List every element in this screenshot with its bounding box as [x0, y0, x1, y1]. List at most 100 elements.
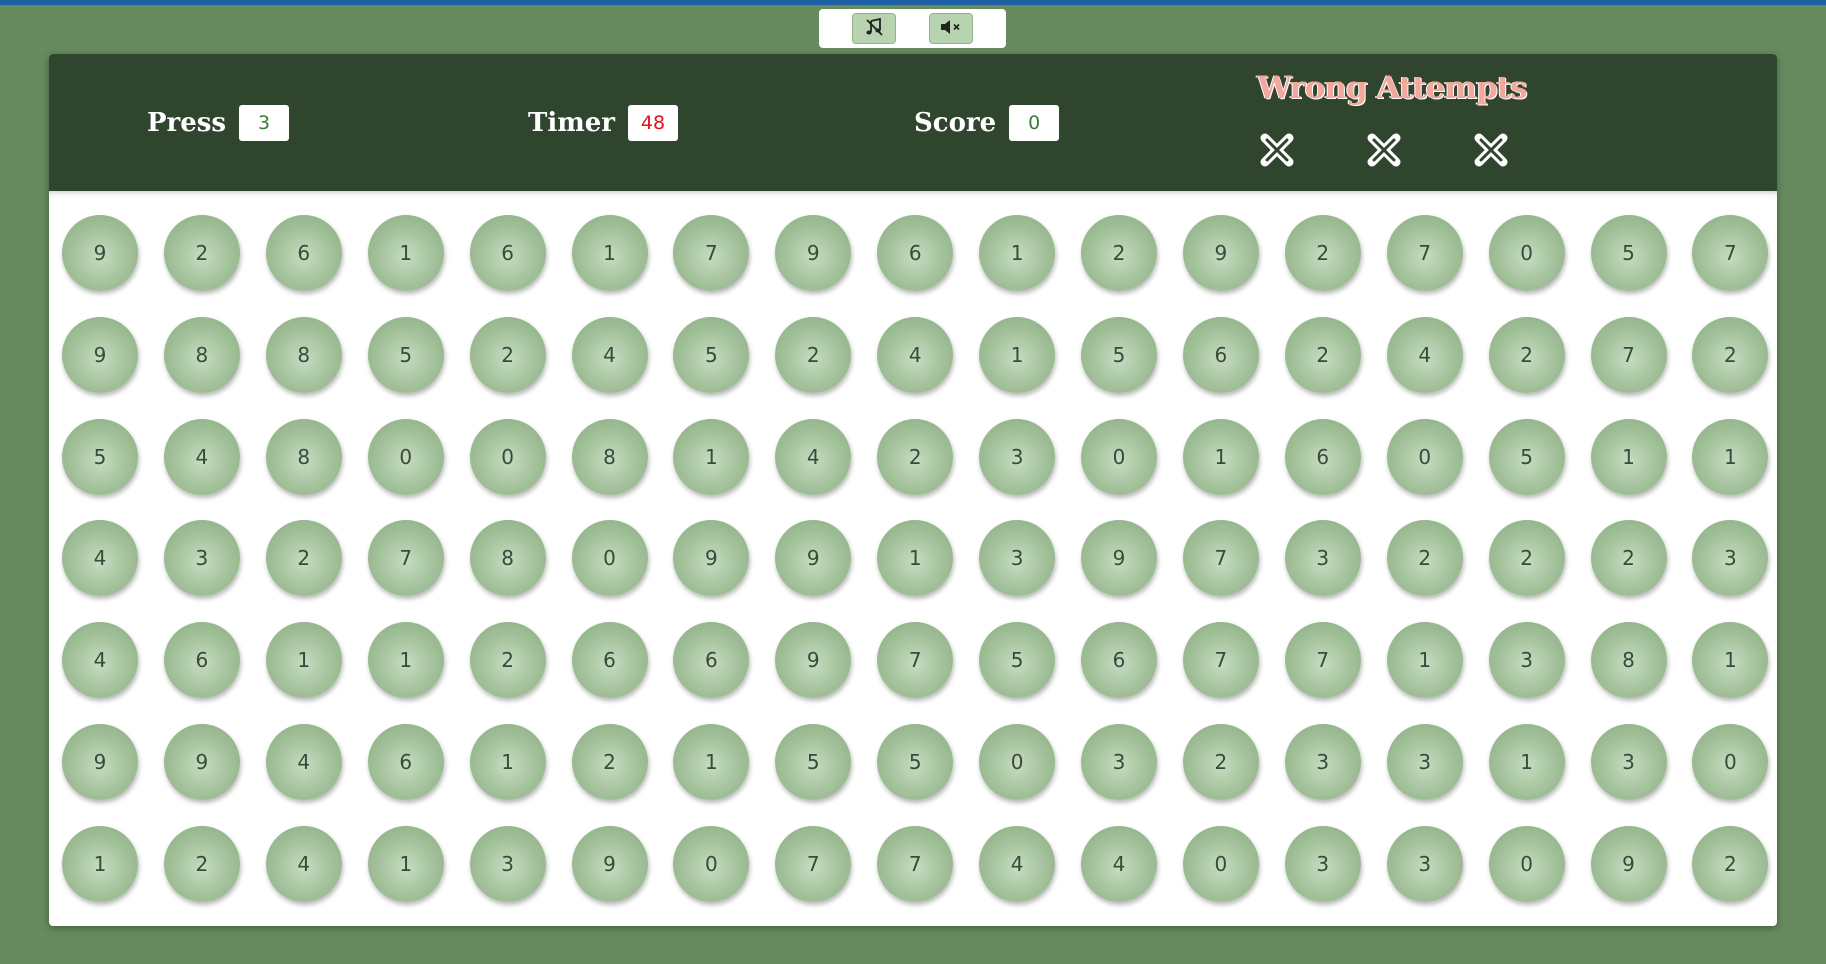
number-ball[interactable]: 8	[469, 520, 546, 597]
number-ball[interactable]: 0	[1386, 418, 1463, 495]
number-ball[interactable]: 1	[877, 520, 954, 597]
number-ball[interactable]: 9	[1081, 520, 1157, 597]
number-ball[interactable]: 1	[673, 724, 750, 800]
number-ball[interactable]: 6	[1284, 418, 1361, 495]
number-ball[interactable]: 4	[571, 316, 648, 393]
number-ball[interactable]: 7	[367, 520, 444, 597]
number-ball[interactable]: 0	[1692, 724, 1769, 800]
number-ball[interactable]: 9	[62, 316, 138, 393]
number-ball[interactable]: 9	[62, 724, 138, 800]
number-ball[interactable]: 8	[265, 316, 342, 393]
number-ball[interactable]: 5	[673, 316, 750, 393]
number-ball[interactable]: 7	[1182, 622, 1259, 699]
number-ball[interactable]: 2	[1284, 316, 1361, 393]
number-ball[interactable]: 7	[1284, 622, 1361, 699]
number-ball[interactable]: 2	[1386, 520, 1463, 597]
number-ball[interactable]: 7	[1182, 520, 1259, 597]
number-ball[interactable]: 4	[1386, 316, 1463, 393]
number-ball[interactable]: 1	[367, 825, 444, 902]
number-ball[interactable]: 7	[673, 215, 750, 291]
number-ball[interactable]: 0	[1081, 418, 1157, 495]
number-ball[interactable]: 6	[265, 215, 342, 291]
number-ball[interactable]: 1	[571, 215, 648, 291]
number-ball[interactable]: 3	[1386, 825, 1463, 902]
number-ball[interactable]: 9	[1182, 215, 1259, 291]
number-ball[interactable]: 1	[469, 724, 546, 800]
mute-toggle-button[interactable]	[929, 13, 973, 44]
number-ball[interactable]: 1	[265, 622, 342, 699]
number-ball[interactable]: 2	[469, 316, 546, 393]
number-ball[interactable]: 5	[367, 316, 444, 393]
music-toggle-button[interactable]	[852, 13, 896, 44]
number-ball[interactable]: 4	[775, 418, 852, 495]
number-ball[interactable]: 4	[62, 622, 138, 699]
number-ball[interactable]: 3	[1284, 825, 1361, 902]
number-ball[interactable]: 2	[265, 520, 342, 597]
number-ball[interactable]: 2	[469, 622, 546, 699]
number-ball[interactable]: 9	[775, 622, 852, 699]
number-ball[interactable]: 1	[62, 825, 138, 902]
number-ball[interactable]: 5	[62, 418, 138, 495]
number-ball[interactable]: 6	[469, 215, 546, 291]
number-ball[interactable]: 9	[775, 215, 852, 291]
number-ball[interactable]: 2	[1182, 724, 1259, 800]
number-ball[interactable]: 8	[1590, 622, 1667, 699]
number-ball[interactable]: 4	[877, 316, 954, 393]
number-ball[interactable]: 4	[163, 418, 240, 495]
number-ball[interactable]: 8	[163, 316, 240, 393]
number-ball[interactable]: 2	[1590, 520, 1667, 597]
number-ball[interactable]: 0	[1488, 215, 1565, 291]
number-ball[interactable]: 2	[775, 316, 852, 393]
number-ball[interactable]: 4	[62, 520, 138, 597]
number-ball[interactable]: 8	[571, 418, 648, 495]
number-ball[interactable]: 3	[1488, 622, 1565, 699]
number-ball[interactable]: 7	[1692, 215, 1769, 291]
number-ball[interactable]: 5	[877, 724, 954, 800]
number-ball[interactable]: 6	[367, 724, 444, 800]
number-ball[interactable]: 2	[163, 825, 240, 902]
number-ball[interactable]: 1	[1488, 724, 1565, 800]
number-ball[interactable]: 6	[1182, 316, 1259, 393]
number-ball[interactable]: 9	[673, 520, 750, 597]
number-ball[interactable]: 4	[979, 825, 1056, 902]
number-ball[interactable]: 2	[1488, 520, 1565, 597]
number-ball[interactable]: 1	[979, 316, 1056, 393]
number-ball[interactable]: 6	[673, 622, 750, 699]
number-ball[interactable]: 9	[775, 520, 852, 597]
number-ball[interactable]: 1	[673, 418, 750, 495]
number-ball[interactable]: 2	[1692, 825, 1769, 902]
number-ball[interactable]: 8	[265, 418, 342, 495]
number-ball[interactable]: 9	[62, 215, 138, 291]
number-ball[interactable]: 1	[1386, 622, 1463, 699]
number-ball[interactable]: 9	[163, 724, 240, 800]
number-ball[interactable]: 3	[1590, 724, 1667, 800]
number-ball[interactable]: 0	[979, 724, 1056, 800]
number-ball[interactable]: 0	[1182, 825, 1259, 902]
number-ball[interactable]: 6	[163, 622, 240, 699]
number-ball[interactable]: 3	[979, 520, 1056, 597]
number-ball[interactable]: 3	[1386, 724, 1463, 800]
number-ball[interactable]: 0	[367, 418, 444, 495]
number-ball[interactable]: 9	[1590, 825, 1667, 902]
number-ball[interactable]: 7	[877, 622, 954, 699]
number-ball[interactable]: 3	[469, 825, 546, 902]
number-ball[interactable]: 1	[1692, 418, 1769, 495]
number-ball[interactable]: 4	[1081, 825, 1157, 902]
number-ball[interactable]: 3	[1081, 724, 1157, 800]
number-ball[interactable]: 0	[673, 825, 750, 902]
number-ball[interactable]: 0	[1488, 825, 1565, 902]
number-ball[interactable]: 0	[571, 520, 648, 597]
number-ball[interactable]: 7	[877, 825, 954, 902]
number-ball[interactable]: 2	[571, 724, 648, 800]
number-ball[interactable]: 5	[979, 622, 1056, 699]
number-ball[interactable]: 1	[979, 215, 1056, 291]
number-ball[interactable]: 7	[1386, 215, 1463, 291]
number-ball[interactable]: 0	[469, 418, 546, 495]
number-ball[interactable]: 1	[1590, 418, 1667, 495]
number-ball[interactable]: 5	[775, 724, 852, 800]
number-ball[interactable]: 1	[367, 622, 444, 699]
number-ball[interactable]: 2	[1488, 316, 1565, 393]
number-ball[interactable]: 9	[571, 825, 648, 902]
number-ball[interactable]: 1	[1182, 418, 1259, 495]
number-ball[interactable]: 3	[979, 418, 1056, 495]
